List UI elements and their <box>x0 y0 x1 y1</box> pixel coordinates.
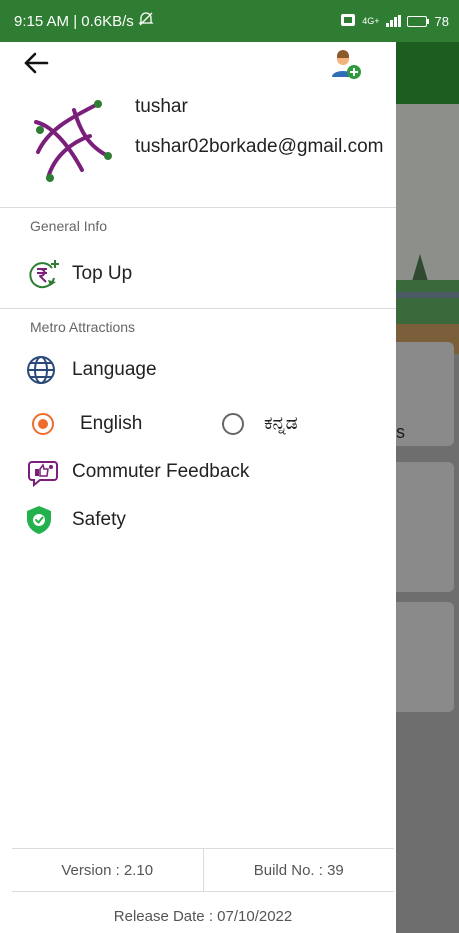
status-time: 9:15 AM | 0.6KB/s <box>14 12 134 30</box>
signal-icon <box>385 15 401 27</box>
user-profile: tushar tushar02borkade@gmail.com <box>0 82 396 207</box>
menu-label-language: Language <box>72 359 157 380</box>
menu-item-top-up[interactable]: Top Up <box>0 252 396 296</box>
release-date-text: Release Date : 07/10/2022 <box>113 908 293 925</box>
drawer-top-row <box>0 42 396 82</box>
build-text: Build No. : 39 <box>202 849 395 891</box>
language-radio-group: English ಕನ್ನಡ <box>0 402 396 446</box>
menu-item-commuter-feedback[interactable]: Commuter Feedback <box>0 450 396 494</box>
menu-label-top-up: Top Up <box>72 263 133 284</box>
menu-label-commuter-feedback: Commuter Feedback <box>72 461 250 482</box>
add-user-icon <box>332 50 361 79</box>
back-button[interactable] <box>22 50 50 76</box>
feedback-icon <box>26 456 60 488</box>
background-app[interactable]: s <box>396 42 459 933</box>
background-card-text: s <box>396 422 405 442</box>
back-arrow-icon <box>24 52 49 74</box>
divider <box>0 207 396 208</box>
network-type: 4G+ <box>362 16 380 26</box>
background-ground <box>396 280 459 324</box>
navigation-drawer: tushar tushar02borkade@gmail.com General… <box>0 42 396 933</box>
add-user-button[interactable] <box>330 50 362 80</box>
version-text: Version : 2.10 <box>61 861 154 879</box>
section-general-info: General Info <box>30 218 108 234</box>
background-card <box>396 602 454 712</box>
battery-level: 78 <box>434 13 449 29</box>
radio-unselected-icon <box>222 413 244 435</box>
user-email: tushar02borkade@gmail.com <box>135 136 384 157</box>
menu-label-safety: Safety <box>72 509 126 530</box>
radio-label-kannada: ಕನ್ನಡ <box>264 413 298 434</box>
radio-selected-icon <box>32 413 54 435</box>
background-header <box>396 42 459 104</box>
volte-icon <box>340 13 356 30</box>
user-name: tushar <box>135 96 188 117</box>
drawer-footer: Version : 2.10 Build No. : 39 Release Da… <box>12 848 394 933</box>
metro-logo <box>28 90 118 190</box>
radio-english[interactable]: English <box>32 402 142 446</box>
menu-item-language[interactable]: Language <box>0 348 396 392</box>
background-rail <box>396 292 459 298</box>
radio-kannada[interactable]: ಕನ್ನಡ <box>222 402 298 446</box>
background-card <box>396 462 454 592</box>
globe-icon <box>24 354 58 386</box>
status-bar: 9:15 AM | 0.6KB/s 4G+ 78 <box>0 0 459 42</box>
shield-icon <box>22 504 56 536</box>
divider <box>0 308 396 309</box>
rupee-topup-icon <box>26 258 60 290</box>
mute-icon <box>138 11 154 31</box>
menu-item-safety[interactable]: Safety <box>0 498 396 542</box>
section-metro-attractions: Metro Attractions <box>30 319 136 335</box>
battery-icon <box>406 15 429 27</box>
radio-label-english: English <box>80 413 143 434</box>
version-build-row: Version : 2.10 Build No. : 39 <box>12 848 394 892</box>
